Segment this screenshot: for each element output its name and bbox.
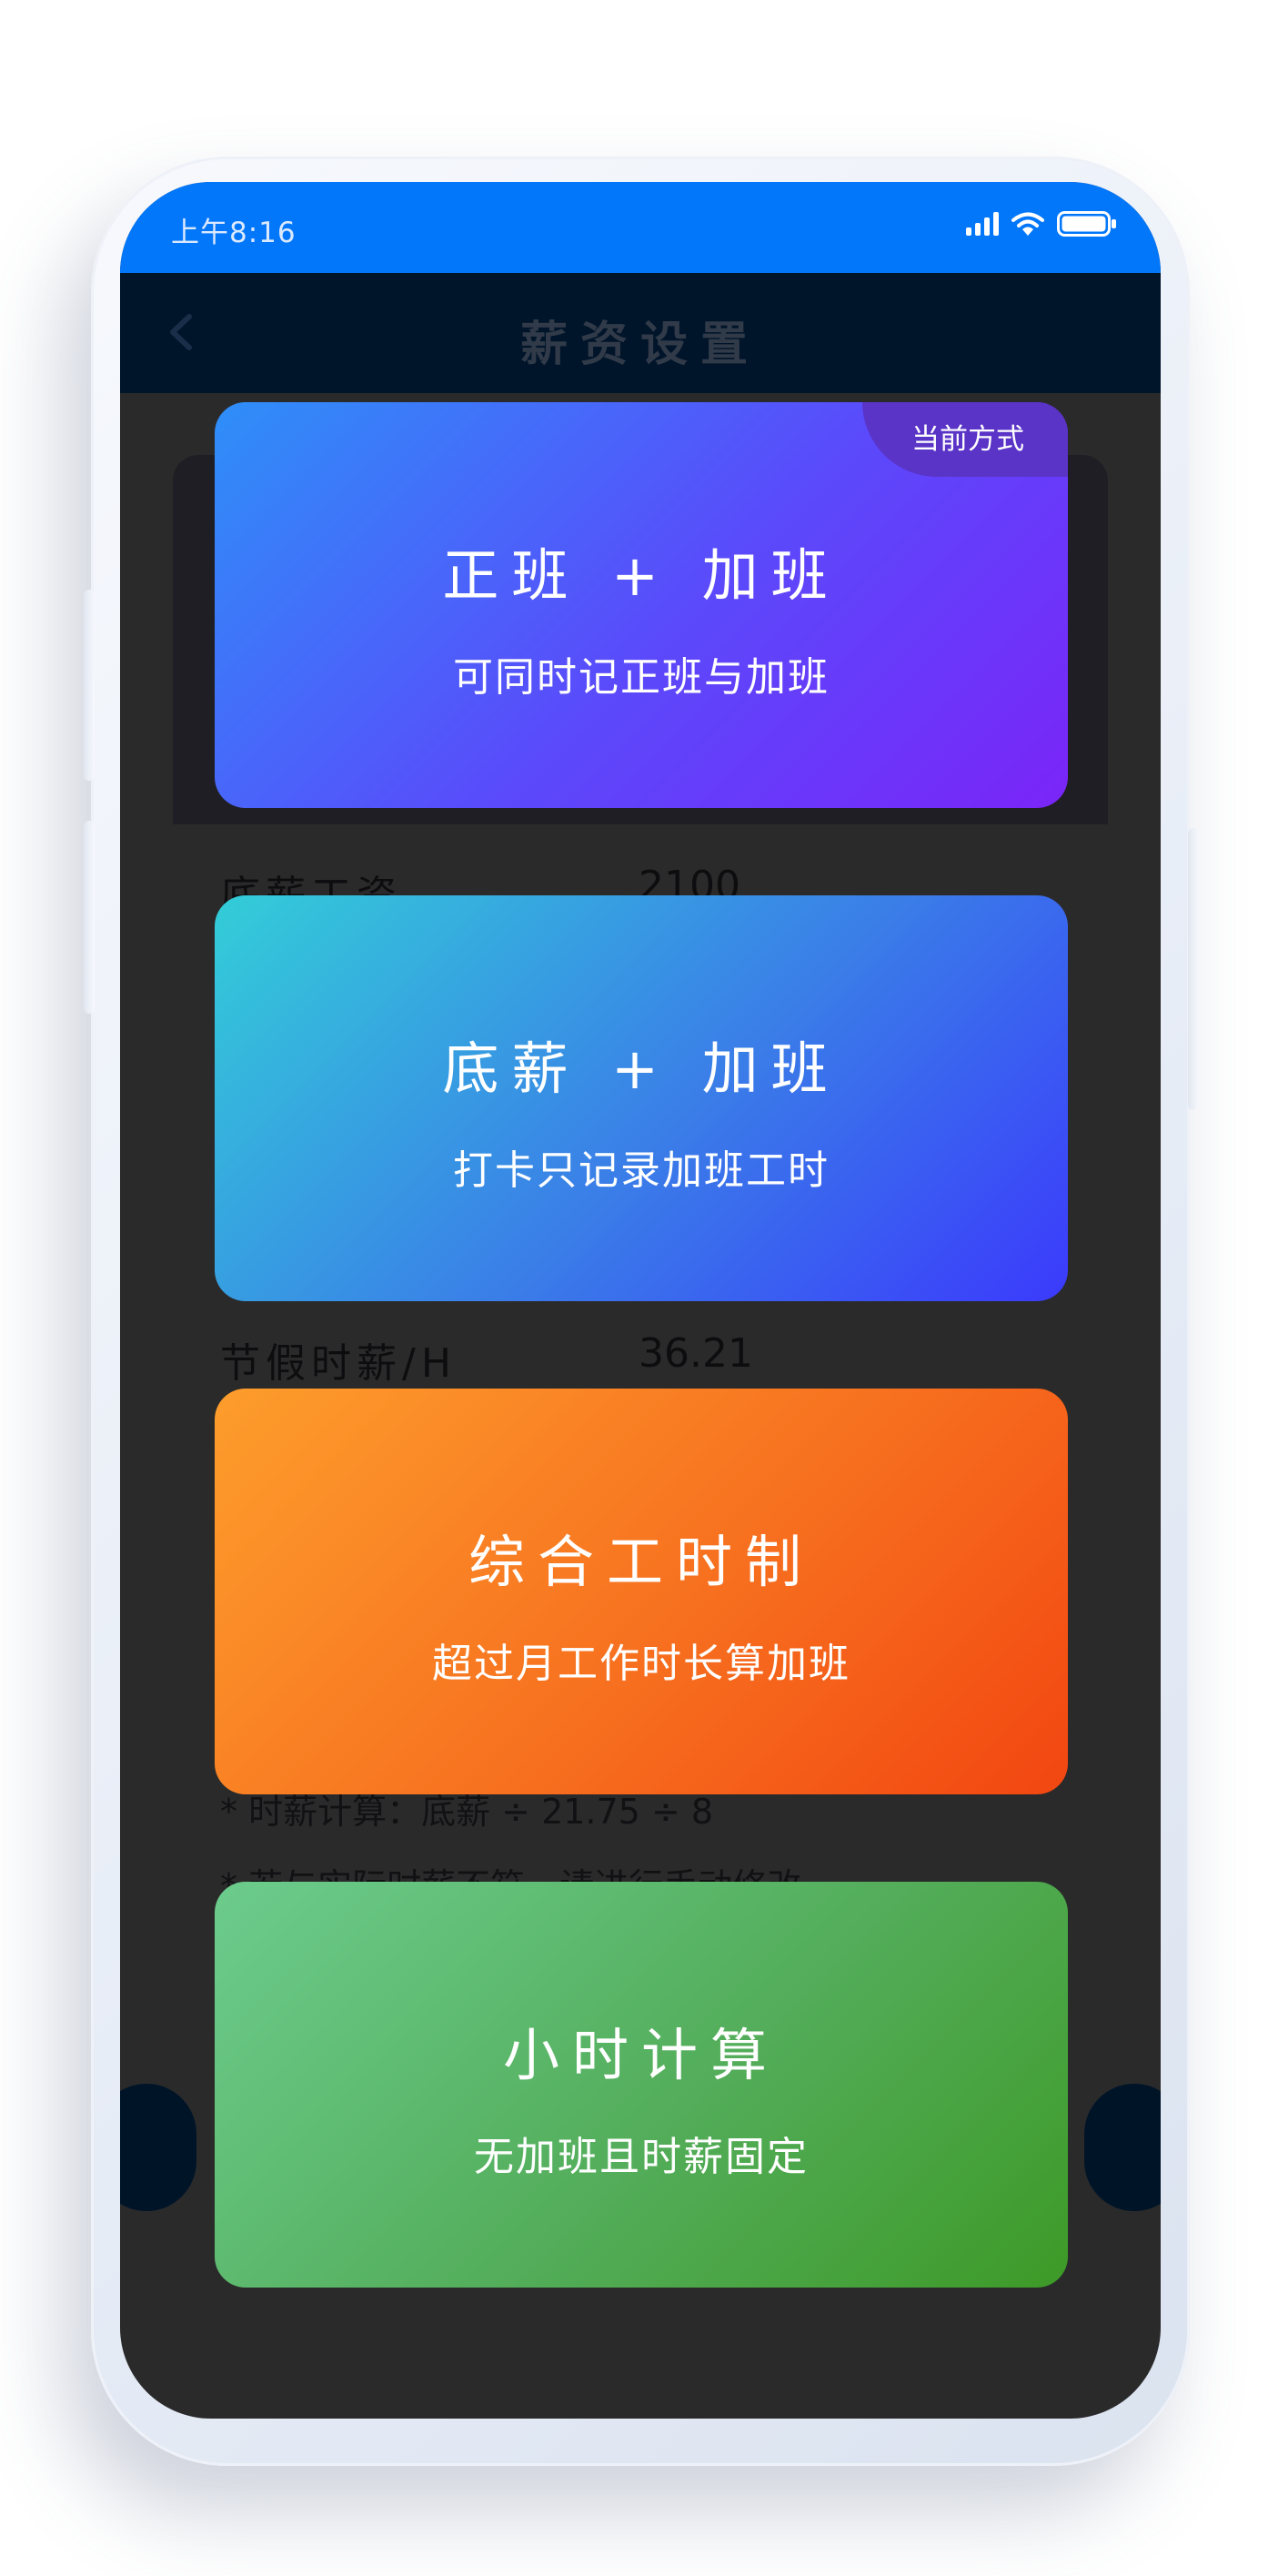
status-bar: 上午8:16 (120, 182, 1161, 273)
mode-subtitle: 超过月工作时长算加班 (432, 1641, 850, 1687)
status-time: 上午8:16 (171, 217, 297, 249)
mode-title: 正班 + 加班 (442, 542, 840, 609)
background-button-right (1084, 2084, 1161, 2211)
mode-title: 底薪 + 加班 (442, 1035, 840, 1102)
phone-screen: 上午8:16 薪资设置 2100 节假时薪/H 36.21 * 时薪计算：底薪 … (120, 182, 1161, 2419)
device-mockup: 上午8:16 薪资设置 2100 节假时薪/H 36.21 * 时薪计算：底薪 … (0, 0, 1288, 2576)
volume-down-button (84, 821, 95, 1014)
mode-subtitle: 无加班且时薪固定 (474, 2134, 809, 2180)
status-icons (966, 211, 1117, 237)
nav-bar: 薪资设置 (120, 273, 1161, 393)
mode-card-hourly[interactable]: 小时计算 无加班且时薪固定 (215, 1882, 1068, 2288)
signal-icon (966, 212, 999, 236)
mode-title: 综合工时制 (468, 1529, 814, 1595)
mode-card-base-overtime[interactable]: 底薪 + 加班 打卡只记录加班工时 (215, 895, 1068, 1301)
mode-subtitle: 可同时记正班与加班 (453, 654, 830, 701)
mode-card-regular-overtime[interactable]: 当前方式 正班 + 加班 可同时记正班与加班 (215, 402, 1068, 808)
background-button-left (120, 2084, 196, 2211)
mode-card-comprehensive-hours[interactable]: 综合工时制 超过月工作时长算加班 (215, 1389, 1068, 1794)
mode-title: 小时计算 (502, 2022, 780, 2088)
page-title: 薪资设置 (519, 318, 760, 372)
current-mode-badge: 当前方式 (862, 402, 1068, 477)
battery-icon (1057, 211, 1116, 237)
volume-up-button (84, 590, 95, 781)
row-value: 36.21 (639, 1330, 753, 1377)
row-label: 节假时薪/H (220, 1340, 457, 1387)
mode-subtitle: 打卡只记录加班工时 (453, 1147, 830, 1194)
power-button (1188, 828, 1199, 1110)
wifi-icon (1011, 212, 1044, 236)
